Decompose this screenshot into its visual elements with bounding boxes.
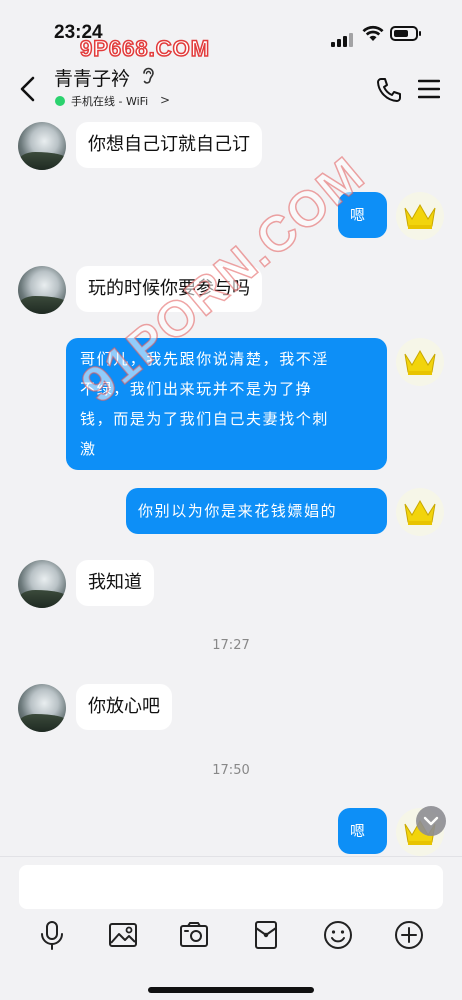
- emoji-icon[interactable]: [322, 919, 354, 951]
- watermark-top: 9P668.COM: [79, 35, 211, 62]
- camera-icon[interactable]: [178, 919, 210, 951]
- phone-call-icon[interactable]: [375, 76, 403, 104]
- message-line: 钱，而是为了我们自己夫妻找个刺: [80, 410, 330, 428]
- input-area: [0, 856, 462, 1000]
- contact-avatar[interactable]: [18, 560, 66, 608]
- contact-avatar[interactable]: [18, 266, 66, 314]
- message-bubble-incoming[interactable]: 你想自己订就自己订: [76, 122, 262, 168]
- message-list[interactable]: 你想自己订就自己订 嗯 玩的时候你要参与吗 哥们儿，我先跟你说清楚，我不淫 不绿…: [0, 116, 462, 856]
- online-status-chevron-icon[interactable]: >: [160, 93, 170, 107]
- contact-name[interactable]: 青青子衿: [54, 64, 130, 91]
- message-bubble-outgoing[interactable]: 你别以为你是来花钱嫖娼的: [126, 488, 387, 534]
- message-timestamp: 17:50: [212, 763, 250, 778]
- cellular-signal-icon: [331, 28, 355, 47]
- mic-icon[interactable]: [36, 919, 68, 951]
- back-arrow-icon[interactable]: [14, 74, 44, 104]
- online-status[interactable]: 手机在线 - WiFi: [71, 93, 148, 109]
- online-status-dot: [55, 96, 65, 106]
- message-bubble-incoming[interactable]: 我知道: [76, 560, 154, 606]
- message-timestamp: 17:27: [212, 638, 250, 653]
- my-avatar[interactable]: [396, 488, 444, 536]
- contact-avatar[interactable]: [18, 684, 66, 732]
- battery-icon: [390, 26, 421, 41]
- message-input[interactable]: [19, 865, 443, 909]
- status-bar: 23:24: [0, 0, 462, 62]
- home-indicator[interactable]: [148, 987, 314, 993]
- red-packet-icon[interactable]: [250, 919, 282, 951]
- ear-icon: [143, 67, 154, 84]
- message-bubble-outgoing[interactable]: 嗯: [338, 808, 387, 854]
- menu-icon[interactable]: [418, 79, 440, 99]
- crown-icon: [404, 349, 436, 375]
- contact-avatar[interactable]: [18, 122, 66, 170]
- message-bubble-incoming[interactable]: 你放心吧: [76, 684, 172, 730]
- wifi-icon: [362, 25, 384, 41]
- my-avatar[interactable]: [396, 338, 444, 386]
- message-line: 激: [80, 440, 97, 458]
- crown-icon: [404, 499, 436, 525]
- my-avatar[interactable]: [396, 192, 444, 240]
- plus-icon[interactable]: [393, 919, 425, 951]
- chat-header: 青青子衿 手机在线 - WiFi >: [0, 62, 462, 116]
- chevron-down-icon: [423, 816, 439, 826]
- image-icon[interactable]: [107, 919, 139, 951]
- crown-icon: [404, 203, 436, 229]
- scroll-to-bottom-button[interactable]: [416, 806, 446, 836]
